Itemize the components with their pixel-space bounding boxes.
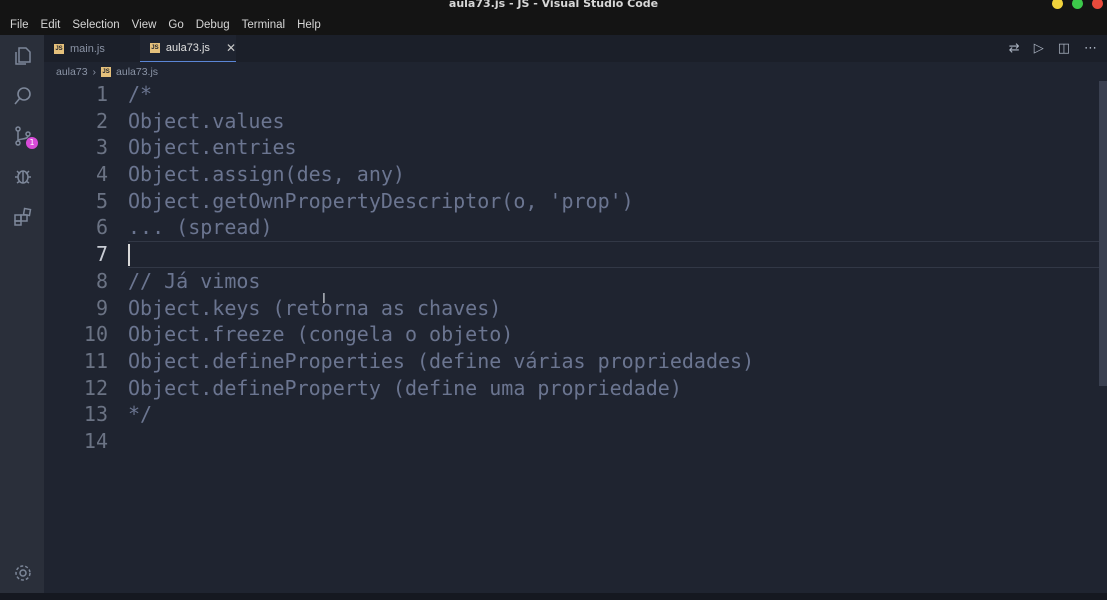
breadcrumb-file[interactable]: aula73.js	[116, 66, 158, 78]
code-line[interactable]: Object.entries	[128, 134, 1107, 161]
extensions-icon[interactable]	[12, 206, 34, 228]
code-line[interactable]: Object.assign(des, any)	[128, 161, 1107, 188]
split-editor-icon[interactable]: ◫	[1058, 41, 1070, 56]
vertical-scrollbar[interactable]	[1099, 81, 1107, 386]
line-number: 8	[95, 268, 108, 293]
files-icon[interactable]	[12, 45, 34, 67]
line-number: 5	[95, 188, 108, 213]
code-line[interactable]: ... (spread)	[128, 214, 1107, 241]
code-line[interactable]: Object.defineProperty (define uma propri…	[128, 375, 1107, 402]
menu-view[interactable]: View	[126, 14, 163, 34]
line-numbers: 1 2 3 4 5 6 7 8 9 10 11 12 13 14	[44, 81, 108, 455]
code-line-current[interactable]	[128, 241, 1107, 268]
editor-tabs: JS main.js JS aula73.js ✕ ⇄ ▷ ◫ ⋯	[44, 35, 1107, 62]
line-number: 4	[95, 162, 108, 187]
breadcrumb-folder[interactable]: aula73	[56, 66, 88, 78]
code-line[interactable]: Object.defineProperties (define várias p…	[128, 348, 1107, 375]
line-number: 6	[95, 215, 108, 240]
tab-aula73-js[interactable]: JS aula73.js ✕	[140, 35, 236, 62]
code-line[interactable]: /*	[128, 81, 1107, 108]
title-bar: aula73.js - JS - Visual Studio Code File…	[0, 0, 1107, 35]
activity-bar: 1	[0, 35, 44, 593]
text-cursor	[128, 244, 130, 266]
source-control-badge: 1	[26, 137, 38, 149]
line-number: 12	[83, 375, 108, 400]
line-number: 3	[95, 135, 108, 160]
menu-terminal[interactable]: Terminal	[236, 14, 291, 34]
more-icon[interactable]: ⋯	[1084, 41, 1097, 56]
js-file-icon: JS	[54, 43, 64, 54]
code-line[interactable]: Object.keys (retorna as chaves)	[128, 295, 1107, 322]
search-icon[interactable]	[12, 85, 34, 107]
code-line[interactable]: Object.getOwnPropertyDescriptor(o, 'prop…	[128, 188, 1107, 215]
line-number: 10	[83, 322, 108, 347]
code-line[interactable]	[128, 428, 1107, 455]
menu-selection[interactable]: Selection	[66, 14, 125, 34]
line-number: 11	[83, 348, 108, 373]
js-file-icon: JS	[101, 67, 112, 77]
menu-edit[interactable]: Edit	[35, 14, 67, 34]
menu-bar: File Edit Selection View Go Debug Termin…	[4, 14, 327, 34]
line-number: 14	[83, 428, 108, 453]
tab-label: main.js	[70, 42, 105, 55]
tab-label: aula73.js	[165, 42, 210, 54]
line-number: 2	[95, 108, 108, 133]
tab-main-js[interactable]: JS main.js	[44, 35, 140, 62]
menu-file[interactable]: File	[4, 14, 35, 34]
js-file-icon: JS	[150, 43, 160, 53]
code-line[interactable]: // Já vimos	[128, 268, 1107, 295]
line-number: 1	[95, 82, 108, 106]
compare-icon[interactable]: ⇄	[1009, 41, 1020, 56]
menu-help[interactable]: Help	[291, 14, 327, 34]
code-editor[interactable]: 1 2 3 4 5 6 7 8 9 10 11 12 13 14 /* Obje…	[44, 81, 1107, 593]
menu-go[interactable]: Go	[162, 14, 189, 34]
window-title: aula73.js - JS - Visual Studio Code	[448, 0, 659, 10]
bug-icon[interactable]	[12, 165, 34, 187]
gear-icon[interactable]	[12, 562, 34, 584]
menu-debug[interactable]: Debug	[190, 14, 236, 34]
line-number: 9	[95, 295, 108, 320]
status-bar	[0, 593, 1107, 600]
chevron-right-icon: ›	[92, 66, 97, 78]
code-lines[interactable]: /* Object.values Object.entries Object.a…	[128, 81, 1107, 455]
editor-actions: ⇄ ▷ ◫ ⋯	[1009, 35, 1097, 62]
line-number-current: 7	[95, 242, 108, 267]
code-line[interactable]: */	[128, 401, 1107, 428]
line-number: 13	[83, 402, 108, 427]
run-icon[interactable]: ▷	[1034, 41, 1044, 56]
close-icon[interactable]: ✕	[226, 41, 236, 55]
code-line[interactable]: Object.freeze (congela o objeto)	[128, 321, 1107, 348]
ibeam-cursor-icon: I	[322, 292, 326, 307]
code-line[interactable]: Object.values	[128, 108, 1107, 135]
breadcrumb: aula73 › JS aula73.js	[56, 63, 158, 81]
